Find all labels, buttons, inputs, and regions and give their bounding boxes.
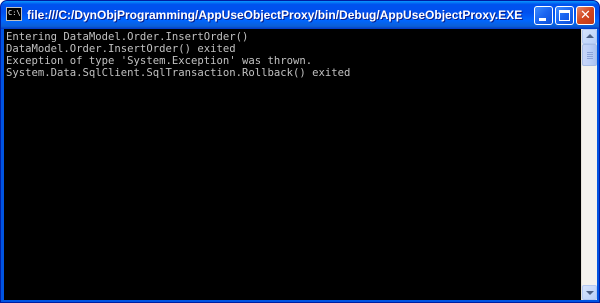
scroll-up-button[interactable] bbox=[582, 29, 597, 44]
scroll-down-button[interactable] bbox=[582, 285, 597, 300]
scroll-thumb[interactable] bbox=[582, 44, 597, 66]
maximize-button[interactable] bbox=[555, 6, 574, 25]
minimize-button[interactable] bbox=[534, 6, 553, 25]
console-line: Entering DataModel.Order.InsertOrder() bbox=[6, 31, 249, 43]
minimize-icon bbox=[539, 18, 546, 21]
close-button[interactable]: ✕ bbox=[576, 6, 595, 25]
grip-line bbox=[587, 52, 593, 53]
vertical-scrollbar[interactable] bbox=[581, 29, 597, 300]
title-bar[interactable]: C:\ file:///C:/DynObjProgramming/AppUseO… bbox=[1, 1, 599, 29]
window-title: file:///C:/DynObjProgramming/AppUseObjec… bbox=[27, 8, 523, 22]
console-line: Exception of type 'System.Exception' was… bbox=[6, 55, 313, 67]
console-window-icon[interactable]: C:\ bbox=[6, 7, 22, 21]
grip-line bbox=[587, 54, 593, 55]
console-window: C:\ file:///C:/DynObjProgramming/AppUseO… bbox=[0, 0, 600, 303]
maximize-icon bbox=[559, 10, 570, 21]
console-output-area[interactable]: Entering DataModel.Order.InsertOrder() D… bbox=[4, 29, 581, 300]
console-line: DataModel.Order.InsertOrder() exited bbox=[6, 43, 236, 55]
console-line: System.Data.SqlClient.SqlTransaction.Rol… bbox=[6, 67, 351, 79]
grip-line bbox=[587, 58, 593, 59]
grip-line bbox=[587, 56, 593, 57]
console-output: Entering DataModel.Order.InsertOrder() D… bbox=[4, 29, 581, 79]
close-icon: ✕ bbox=[580, 8, 591, 23]
arrow-up-icon bbox=[586, 34, 594, 38]
arrow-down-icon bbox=[586, 291, 594, 295]
